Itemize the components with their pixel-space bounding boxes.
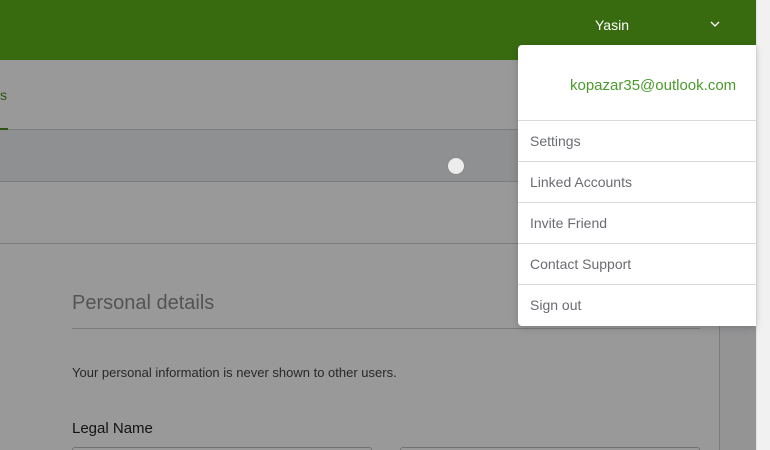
menu-item-settings[interactable]: Settings xyxy=(518,120,756,161)
user-name: Yasin xyxy=(595,17,629,33)
user-menu-toggle[interactable]: Yasin xyxy=(590,14,740,38)
menu-item-linked-accounts[interactable]: Linked Accounts xyxy=(518,161,756,202)
page-scrollbar[interactable] xyxy=(756,0,770,450)
menu-item-invite-friend[interactable]: Invite Friend xyxy=(518,202,756,243)
chevron-down-icon xyxy=(709,17,721,29)
menu-item-sign-out[interactable]: Sign out xyxy=(518,284,756,325)
user-email: kopazar35@outlook.com xyxy=(570,77,737,94)
loading-indicator xyxy=(447,157,465,175)
user-dropdown-menu: kopazar35@outlook.com Settings Linked Ac… xyxy=(518,45,756,326)
menu-item-contact-support[interactable]: Contact Support xyxy=(518,243,756,284)
